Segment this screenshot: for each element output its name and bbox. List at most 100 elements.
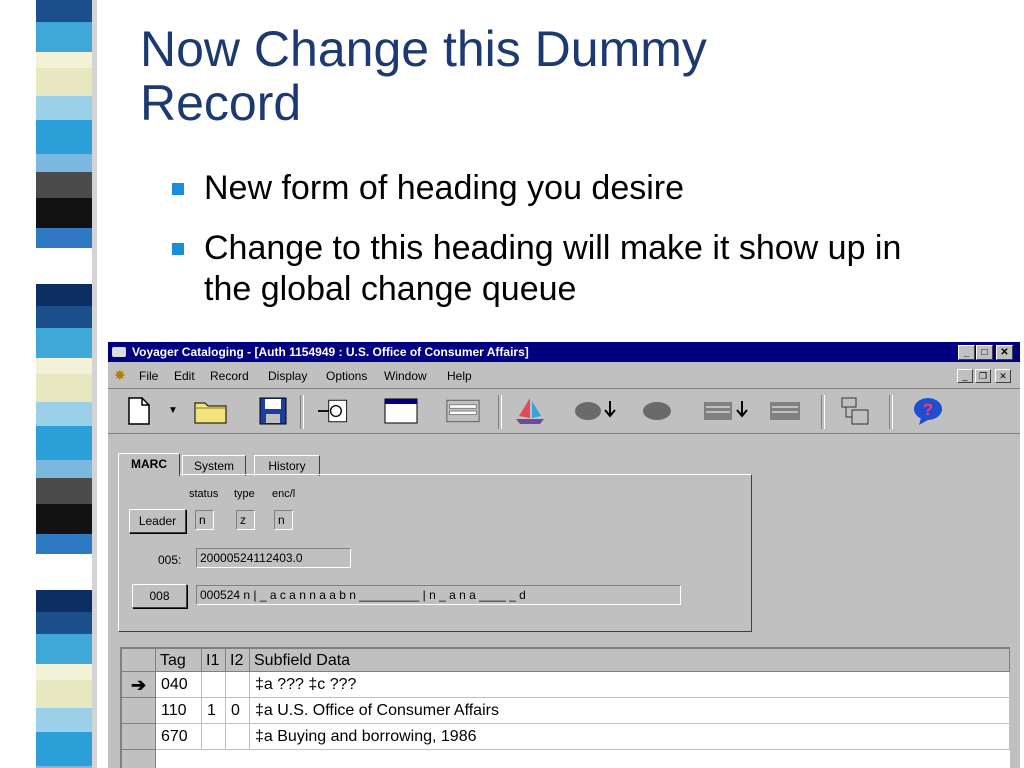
tab-system[interactable]: System bbox=[182, 455, 246, 476]
svg-text:?: ? bbox=[923, 400, 933, 419]
slide-title: Now Change this Dummy Record bbox=[140, 21, 707, 131]
attach-holdings-icon[interactable] bbox=[698, 396, 758, 426]
stripe-block bbox=[36, 460, 92, 478]
row-selector[interactable] bbox=[122, 750, 156, 768]
leader-button[interactable]: Leader bbox=[129, 509, 186, 533]
column-header-i2[interactable]: I2 bbox=[226, 649, 250, 672]
open-folder-icon[interactable] bbox=[194, 396, 228, 426]
menu-display[interactable]: Display bbox=[268, 369, 307, 383]
retrieve-icon[interactable] bbox=[318, 396, 352, 426]
bullet-item: Change to this heading will make it show… bbox=[168, 228, 948, 310]
menu-file[interactable]: File bbox=[139, 369, 158, 383]
leader-status-label: status bbox=[189, 488, 219, 500]
row-selector-arrow-icon[interactable]: ➔ bbox=[122, 672, 156, 698]
decorative-stripe bbox=[36, 0, 92, 768]
leader-status-field[interactable]: n bbox=[195, 510, 214, 530]
cell-i2[interactable] bbox=[226, 724, 250, 750]
stripe-block bbox=[36, 426, 92, 460]
stripe-block bbox=[36, 52, 92, 68]
cell-subfield-data[interactable]: ‡a U.S. Office of Consumer Affairs bbox=[250, 698, 1010, 724]
stripe-block bbox=[36, 0, 92, 22]
hierarchy-icon[interactable] bbox=[838, 396, 872, 426]
cell-tag[interactable]: 110 bbox=[156, 698, 202, 724]
stripe-block bbox=[36, 680, 92, 708]
stripe-block bbox=[36, 554, 92, 590]
field-008-button[interactable]: 008 bbox=[132, 584, 187, 608]
mdi-close-button[interactable]: ✕ bbox=[995, 369, 1011, 383]
column-header-tag[interactable]: Tag bbox=[156, 649, 202, 672]
cell-tag[interactable]: 670 bbox=[156, 724, 202, 750]
new-record-icon[interactable] bbox=[122, 396, 156, 426]
toolbar-separator bbox=[821, 395, 825, 429]
leader-type-label: type bbox=[234, 488, 255, 500]
stripe-shadow bbox=[92, 0, 97, 768]
stripe-block bbox=[36, 590, 92, 612]
dropdown-arrow-icon[interactable]: ▼ bbox=[164, 396, 182, 426]
menu-bar: ✸ File Edit Record Display Options Windo… bbox=[108, 364, 1020, 386]
stripe-block bbox=[36, 22, 92, 52]
cell-i1[interactable] bbox=[202, 672, 226, 698]
mdi-restore-button[interactable]: ❐ bbox=[975, 369, 991, 383]
stripe-block bbox=[36, 708, 92, 732]
holdings-icon[interactable] bbox=[768, 396, 802, 426]
mdi-minimize-button[interactable]: _ bbox=[957, 369, 973, 383]
window-titlebar[interactable]: Voyager Cataloging - [Auth 1154949 : U.S… bbox=[108, 342, 1020, 362]
maximize-button[interactable]: □ bbox=[976, 345, 993, 360]
stripe-block bbox=[36, 534, 92, 554]
menu-edit[interactable]: Edit bbox=[174, 369, 195, 383]
close-button[interactable]: ✕ bbox=[996, 345, 1013, 360]
menu-window[interactable]: Window bbox=[384, 369, 427, 383]
menu-options[interactable]: Options bbox=[326, 369, 367, 383]
leader-enc-field[interactable]: n bbox=[274, 510, 293, 530]
cell-i2[interactable]: 0 bbox=[226, 698, 250, 724]
stripe-block bbox=[36, 120, 92, 154]
bullet-text: New form of heading you desire bbox=[204, 169, 685, 207]
save-disk-icon[interactable] bbox=[256, 396, 290, 426]
leader-type-field[interactable]: z bbox=[236, 510, 255, 530]
bib-icon[interactable] bbox=[640, 396, 674, 426]
stripe-block bbox=[36, 284, 92, 306]
cell-i1[interactable] bbox=[202, 724, 226, 750]
leader-enc-label: enc/l bbox=[272, 488, 296, 500]
voyager-window: Voyager Cataloging - [Auth 1154949 : U.S… bbox=[107, 342, 1020, 768]
cell-subfield-data[interactable]: ‡a Buying and borrowing, 1986 bbox=[250, 724, 1010, 750]
marc-field-grid: Tag I1 I2 Subfield Data ➔ 040 ‡a ??? ‡c … bbox=[120, 647, 1010, 768]
stripe-block bbox=[36, 374, 92, 402]
cell-i1[interactable]: 1 bbox=[202, 698, 226, 724]
window-icon[interactable] bbox=[384, 396, 418, 426]
sailboat-icon[interactable] bbox=[513, 396, 547, 426]
app-icon: ✸ bbox=[114, 367, 126, 383]
tab-history[interactable]: History bbox=[254, 455, 320, 476]
field-008-value[interactable]: 000524 n | _ a c a n n a a b n _________… bbox=[196, 585, 681, 605]
row-selector[interactable] bbox=[122, 698, 156, 724]
form-icon[interactable] bbox=[446, 396, 480, 426]
help-icon[interactable]: ? bbox=[911, 396, 945, 426]
stripe-block bbox=[36, 612, 92, 634]
bullet-text: Change to this heading will make it show… bbox=[204, 229, 902, 308]
bullet-list: New form of heading you desire Change to… bbox=[168, 168, 948, 329]
attach-bib-icon[interactable] bbox=[568, 396, 628, 426]
menu-record[interactable]: Record bbox=[210, 369, 249, 383]
column-header-subfield-data[interactable]: Subfield Data bbox=[250, 649, 1010, 672]
stripe-block bbox=[36, 306, 92, 328]
minimize-button[interactable]: _ bbox=[958, 345, 975, 360]
cell-subfield-data[interactable]: ‡a ??? ‡c ??? bbox=[250, 672, 1010, 698]
stripe-block bbox=[36, 154, 92, 172]
column-header-i1[interactable]: I1 bbox=[202, 649, 226, 672]
menu-help[interactable]: Help bbox=[447, 369, 472, 383]
toolbar-separator bbox=[889, 395, 893, 429]
stripe-block bbox=[36, 198, 92, 228]
stripe-block bbox=[36, 248, 92, 284]
cell-i2[interactable] bbox=[226, 672, 250, 698]
field-005-value[interactable]: 20000524112403.0 bbox=[196, 548, 351, 568]
row-selector[interactable] bbox=[122, 724, 156, 750]
stripe-block bbox=[36, 328, 92, 358]
cell-tag[interactable]: 040 bbox=[156, 672, 202, 698]
stripe-block bbox=[36, 228, 92, 248]
toolbar: ▼ ? bbox=[108, 388, 1020, 434]
tab-marc[interactable]: MARC bbox=[118, 453, 180, 476]
stripe-block bbox=[36, 478, 92, 504]
bullet-square-icon bbox=[172, 243, 184, 255]
stripe-block bbox=[36, 732, 92, 766]
grid-corner-header bbox=[122, 649, 156, 672]
